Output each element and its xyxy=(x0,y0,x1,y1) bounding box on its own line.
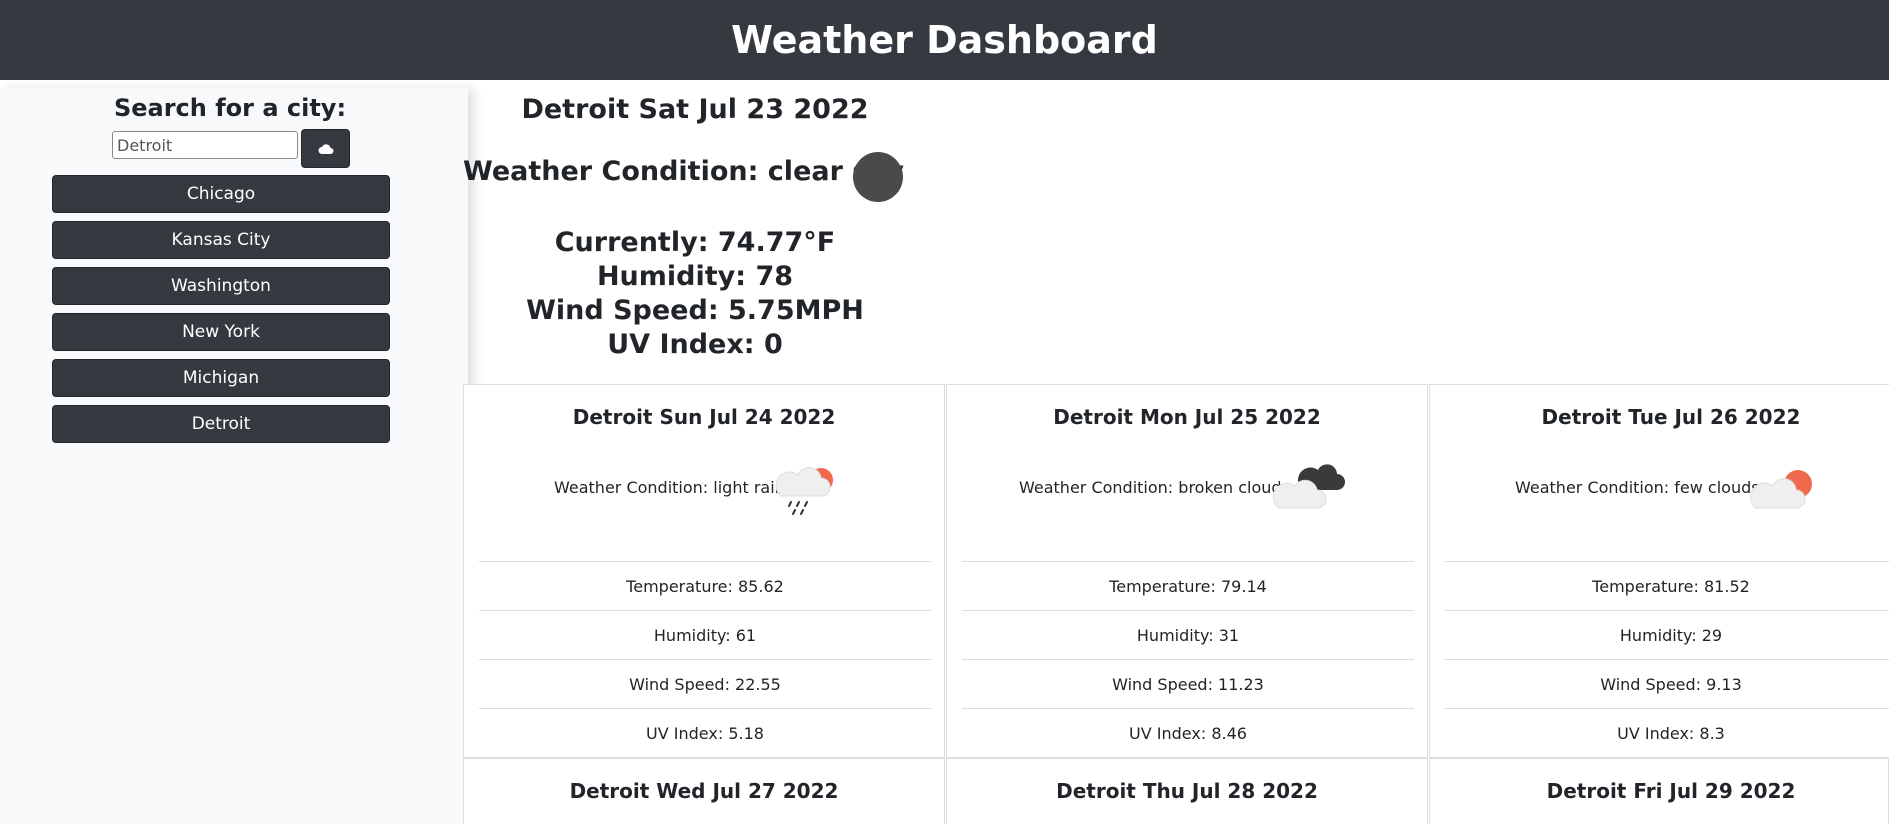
forecast-card: Detroit Tue Jul 26 2022 Weather Conditio… xyxy=(1429,384,1889,758)
forecast-card: Detroit Fri Jul 29 2022 xyxy=(1429,758,1889,824)
forecast-card: Detroit Mon Jul 25 2022 Weather Conditio… xyxy=(946,384,1428,758)
forecast-condition: Weather Condition: light rain xyxy=(554,478,785,497)
forecast-date: Detroit Sun Jul 24 2022 xyxy=(572,405,836,429)
forecast-uv-index: UV Index: 8.3 xyxy=(1445,708,1889,757)
search-title: Search for a city: xyxy=(113,94,347,122)
forecast-humidity: Humidity: 29 xyxy=(1445,610,1889,659)
history-button-kansas-city[interactable]: Kansas City xyxy=(52,221,390,259)
forecast-card: Detroit Wed Jul 27 2022 xyxy=(463,758,945,824)
current-wind-speed: Wind Speed: 5.75MPH xyxy=(526,295,864,326)
history-button-detroit[interactable]: Detroit xyxy=(52,405,390,443)
forecast-temperature: Temperature: 85.62 xyxy=(479,561,931,610)
header-bar: Weather Dashboard xyxy=(0,0,1889,80)
forecast-wind-speed: Wind Speed: 11.23 xyxy=(962,659,1414,708)
forecast-condition: Weather Condition: few clouds xyxy=(1515,478,1760,497)
city-search-input[interactable] xyxy=(112,131,298,159)
forecast-temperature: Temperature: 79.14 xyxy=(962,561,1414,610)
few-clouds-icon xyxy=(1750,470,1812,509)
forecast-uv-index: UV Index: 8.46 xyxy=(962,708,1414,757)
sidebar: Search for a city: Chicago Kansas City W… xyxy=(0,88,468,824)
current-weather-stats: Currently: 74.77°F Humidity: 78 Wind Spe… xyxy=(463,226,927,362)
forecast-humidity: Humidity: 61 xyxy=(479,610,931,659)
history-button-new-york[interactable]: New York xyxy=(52,313,390,351)
page-title: Weather Dashboard xyxy=(731,18,1158,62)
forecast-details: Temperature: 79.14 Humidity: 31 Wind Spe… xyxy=(962,561,1414,757)
forecast-date: Detroit Fri Jul 29 2022 xyxy=(1546,779,1796,803)
cloud-icon xyxy=(318,143,333,154)
broken-clouds-icon xyxy=(1272,464,1345,509)
current-weather-condition: Weather Condition: clear sky xyxy=(463,156,904,187)
forecast-uv-index: UV Index: 5.18 xyxy=(479,708,931,757)
forecast-card: Detroit Sun Jul 24 2022 Weather Conditio… xyxy=(463,384,945,758)
forecast-details: Temperature: 81.52 Humidity: 29 Wind Spe… xyxy=(1445,561,1889,757)
forecast-card: Detroit Thu Jul 28 2022 xyxy=(946,758,1428,824)
forecast-date: Detroit Mon Jul 25 2022 xyxy=(1053,405,1321,429)
current-uv-index: UV Index: 0 xyxy=(607,329,783,360)
forecast-wind-speed: Wind Speed: 22.55 xyxy=(479,659,931,708)
forecast-condition: Weather Condition: broken clouds xyxy=(1019,478,1290,497)
history-button-chicago[interactable]: Chicago xyxy=(52,175,390,213)
clear-sky-icon xyxy=(853,152,903,202)
current-temperature: Currently: 74.77°F xyxy=(554,227,836,258)
light-rain-icon xyxy=(775,467,833,515)
current-weather-title: Detroit Sat Jul 23 2022 xyxy=(521,94,869,125)
forecast-humidity: Humidity: 31 xyxy=(962,610,1414,659)
forecast-wind-speed: Wind Speed: 9.13 xyxy=(1445,659,1889,708)
forecast-date: Detroit Wed Jul 27 2022 xyxy=(569,779,839,803)
history-button-michigan[interactable]: Michigan xyxy=(52,359,390,397)
forecast-details: Temperature: 85.62 Humidity: 61 Wind Spe… xyxy=(479,561,931,757)
forecast-date: Detroit Tue Jul 26 2022 xyxy=(1541,405,1801,429)
forecast-temperature: Temperature: 81.52 xyxy=(1445,561,1889,610)
forecast-date: Detroit Thu Jul 28 2022 xyxy=(1056,779,1318,803)
history-button-washington[interactable]: Washington xyxy=(52,267,390,305)
search-button[interactable] xyxy=(301,129,350,168)
current-humidity: Humidity: 78 xyxy=(596,261,794,292)
search-history-list: Chicago Kansas City Washington New York … xyxy=(52,175,390,451)
